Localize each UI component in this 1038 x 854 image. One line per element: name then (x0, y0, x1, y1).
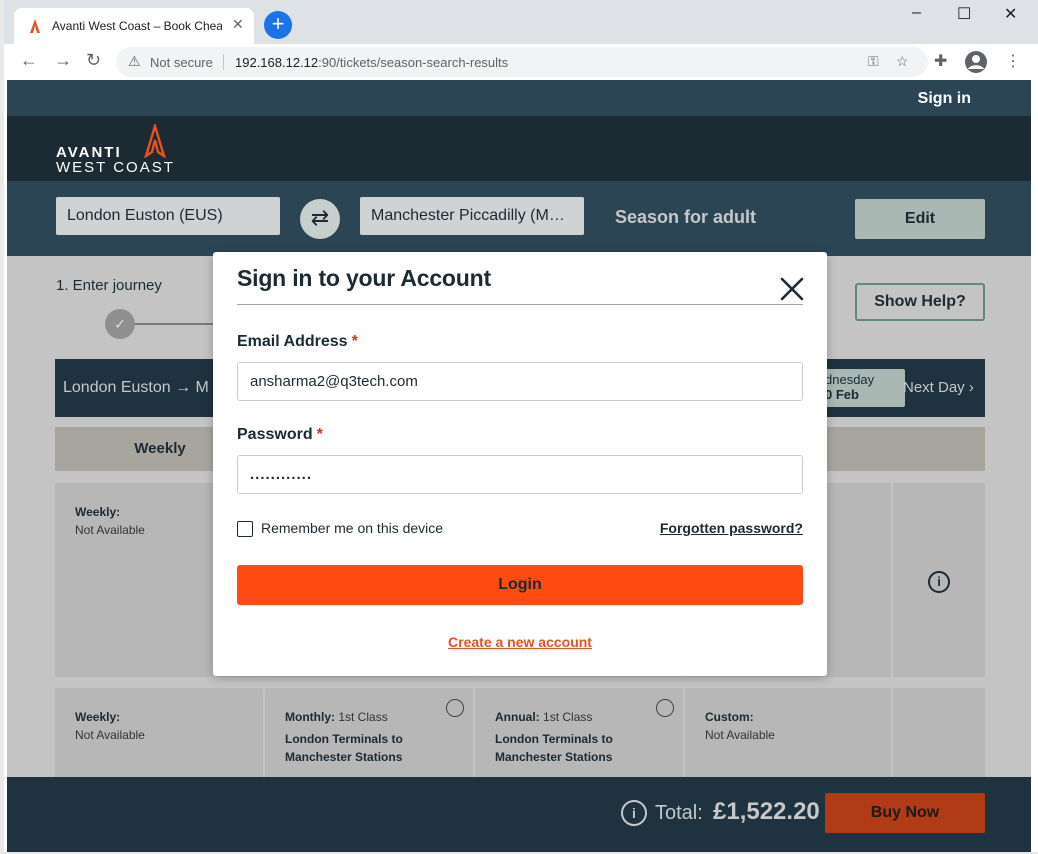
total-label: Total: (655, 802, 703, 824)
warning-icon: ⚠ (128, 53, 141, 69)
site-header: AVANTI WEST COAST (7, 116, 1031, 181)
fare-card-status: Not Available (75, 728, 145, 742)
fare-info-cell (893, 688, 985, 778)
login-button[interactable]: Login (237, 565, 803, 605)
fare-card-text: Custom: Not Available (705, 708, 775, 744)
email-label-text: Email Address (237, 333, 348, 350)
profile-avatar-icon[interactable] (964, 50, 988, 74)
next-day-link[interactable]: Next Day › (903, 379, 974, 396)
maximize-icon[interactable]: ☐ (957, 4, 971, 24)
window-edge (0, 0, 4, 854)
total-info-icon[interactable]: i (621, 800, 647, 826)
step-label: 1. Enter journey (56, 277, 162, 294)
remember-me-label: Remember me on this device (261, 520, 444, 536)
fare-card-monthly[interactable]: Monthly: 1st Class London Terminals to M… (265, 688, 473, 778)
forgot-password-link[interactable]: Forgotten password? (660, 520, 803, 536)
fare-card-title: Weekly: (75, 505, 121, 519)
fare-card: Custom: Not Available (685, 688, 891, 778)
step-check-icon: ✓ (105, 309, 135, 339)
address-bar[interactable]: ⚠ Not secure 192.168.12.12:90/tickets/se… (116, 47, 928, 77)
password-label-text: Password (237, 426, 313, 443)
remember-me-checkbox[interactable] (237, 521, 253, 537)
fare-card-route: London Terminals to Manchester Stations (285, 732, 403, 764)
url-host: 192.168.12.12 (235, 55, 319, 70)
security-label: Not secure (150, 55, 213, 70)
fare-radio[interactable] (446, 699, 464, 717)
tab-close-icon[interactable]: ✕ (232, 16, 244, 33)
fare-card-annual[interactable]: Annual: 1st Class London Terminals to Ma… (475, 688, 683, 778)
extensions-icon[interactable]: ✚ (934, 51, 947, 71)
window-edge-right (1031, 80, 1038, 854)
back-icon[interactable]: ← (20, 50, 38, 71)
buy-now-button[interactable]: Buy Now (825, 793, 985, 833)
close-window-icon[interactable]: ✕ (1004, 4, 1017, 24)
destination-station-field[interactable]: Manchester Piccadilly (M… (360, 197, 584, 235)
tab-title: Avanti West Coast – Book Cheap (52, 19, 222, 33)
fare-card-title: Annual: (495, 710, 540, 724)
email-field[interactable] (237, 362, 803, 401)
header-signin-link[interactable]: Sign in (918, 90, 971, 108)
email-label: Email Address * (237, 333, 358, 351)
create-account-wrapper: Create a new account (213, 634, 827, 650)
omnibox-separator (223, 54, 224, 70)
site-top-bar: Sign in (7, 80, 1031, 116)
journey-route: London Euston → M (63, 379, 209, 396)
browser-tab[interactable]: Avanti West Coast – Book Cheap ✕ (14, 8, 254, 44)
fare-card-text: Weekly: Not Available (75, 708, 145, 744)
forward-icon[interactable]: → (54, 50, 72, 71)
selected-day[interactable]: dnesday 0 Feb (815, 369, 905, 407)
basket-footer: i Total: £1,522.20 Buy Now (7, 777, 1031, 854)
password-field[interactable] (237, 455, 803, 494)
fare-radio[interactable] (656, 699, 674, 717)
info-icon[interactable]: i (928, 571, 950, 593)
menu-kebab-icon[interactable]: ⋮ (1005, 51, 1021, 71)
edit-button[interactable]: Edit (855, 199, 985, 239)
url-text: 192.168.12.12:90/tickets/season-search-r… (235, 55, 508, 70)
url-path: :90/tickets/season-search-results (318, 55, 509, 70)
fare-card-title: Custom: (705, 710, 754, 724)
fare-card-title: Weekly: (75, 710, 121, 724)
selected-day-date: 0 Feb (825, 387, 859, 402)
modal-title: Sign in to your Account (237, 265, 491, 291)
fare-card-class: 1st Class (543, 710, 593, 724)
signin-modal: Sign in to your Account Email Address* P… (213, 252, 827, 676)
required-marker: * (351, 333, 358, 350)
fare-card-route: London Terminals to Manchester Stations (495, 732, 613, 764)
fare-card-status: Not Available (705, 728, 775, 742)
origin-station-field[interactable]: London Euston (EUS) (56, 197, 280, 235)
avanti-favicon-icon (30, 19, 40, 33)
star-icon[interactable]: ☆ (896, 53, 909, 70)
minimize-icon[interactable]: – (912, 4, 921, 22)
avanti-logo-icon[interactable] (144, 124, 166, 158)
fare-card-text: Annual: 1st Class London Terminals to Ma… (495, 708, 655, 766)
new-tab-button[interactable]: + (264, 11, 292, 39)
swap-stations-icon[interactable]: ⇄ (300, 199, 340, 239)
ticket-type-label: Season for adult (615, 207, 757, 227)
create-account-link[interactable]: Create a new account (448, 634, 592, 650)
fare-card-title: Monthly: (285, 710, 335, 724)
reload-icon[interactable]: ↻ (86, 50, 101, 71)
fare-card-text: Monthly: 1st Class London Terminals to M… (285, 708, 445, 766)
fare-card-text: Weekly: Not Available (75, 503, 145, 539)
fare-card-class: 1st Class (338, 710, 388, 724)
key-icon[interactable]: ⚿ (868, 53, 879, 70)
total-price: £1,522.20 (713, 798, 820, 825)
fare-card-status: Not Available (75, 523, 145, 537)
browser-tab-strip: Avanti West Coast – Book Cheap ✕ + – ☐ ✕ (0, 0, 1038, 44)
browser-toolbar: ← → ↻ ⚠ Not secure 192.168.12.12:90/tick… (4, 44, 1038, 80)
fare-card: Weekly: Not Available (55, 688, 263, 778)
journey-search-bar: London Euston (EUS) ⇄ Manchester Piccadi… (7, 181, 1031, 256)
show-help-button[interactable]: Show Help? (855, 283, 985, 321)
close-icon[interactable] (779, 276, 805, 302)
step-progress-line (135, 323, 225, 325)
password-label: Password * (237, 426, 323, 444)
selected-day-name: dnesday (825, 372, 875, 387)
logo-text-westcoast: WEST COAST (56, 159, 175, 176)
fare-info-cell: i (893, 483, 985, 677)
required-marker: * (316, 426, 323, 443)
modal-divider (237, 304, 803, 305)
